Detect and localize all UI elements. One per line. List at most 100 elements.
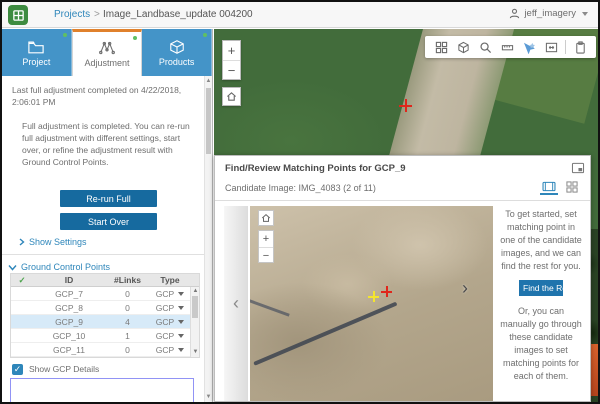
table-row-gcp9-selected[interactable]: GCP_9 4 GCP (11, 315, 199, 329)
tab-project[interactable]: Project (2, 29, 72, 76)
tab-adjustment-label: Adjustment (84, 58, 129, 68)
measure-icon[interactable] (496, 36, 518, 58)
col-header-links[interactable]: #Links (105, 274, 150, 286)
tab-adjustment[interactable]: Adjustment (72, 29, 143, 76)
chevron-left-icon: ‹ (233, 293, 239, 314)
check-icon: ✓ (11, 274, 33, 286)
search-icon[interactable] (474, 36, 496, 58)
top-bar: Projects > Image_Landbase_update 004200 … (2, 2, 598, 28)
candidate-image[interactable]: + − (250, 206, 493, 401)
basemap-icon[interactable] (452, 36, 474, 58)
previous-image-button[interactable]: ‹ (224, 206, 248, 401)
show-gcp-details-checkbox[interactable]: ✓ Show GCP Details (12, 363, 99, 375)
zoom-in-button[interactable]: + (223, 41, 240, 60)
gcp-marker-red-cross[interactable] (399, 99, 412, 112)
type-dropdown-icon[interactable] (178, 306, 184, 310)
gcp-table-header: ✓ ID #Links Type (11, 274, 199, 287)
cell-type: GCP (156, 330, 174, 342)
cell-links: 4 (105, 316, 150, 328)
scrollbar-thumb[interactable] (206, 88, 211, 154)
scroll-down-icon[interactable]: ▼ (192, 349, 199, 356)
adjustment-icon (98, 40, 116, 56)
user-menu[interactable]: jeff_imagery (509, 8, 588, 19)
checkbox-checked-icon[interactable]: ✓ (12, 364, 23, 375)
instructions-secondary: Or, you can manually go through these ca… (499, 305, 583, 383)
extent-icon[interactable] (540, 36, 562, 58)
home-icon (226, 91, 237, 102)
chevron-right-icon (18, 238, 25, 246)
gcp-section-toggle[interactable]: Ground Control Points (8, 261, 110, 273)
show-settings-label: Show Settings (29, 236, 87, 248)
tab-bar: Project Adjustment Products (2, 29, 212, 76)
tab-project-label: Project (22, 57, 50, 67)
panel-scrollbar[interactable]: ▲ ▼ (204, 76, 212, 402)
gcp-point-red-cross[interactable] (381, 286, 392, 297)
col-header-type[interactable]: Type (150, 274, 190, 286)
col-header-id[interactable]: ID (33, 274, 105, 286)
scrollbar-thumb[interactable] (192, 296, 198, 318)
tab-products[interactable]: Products (142, 29, 212, 76)
project-title: Image_Landbase_update 004200 (103, 9, 253, 20)
popout-window-icon[interactable] (571, 161, 585, 179)
map-toolbar (425, 36, 596, 58)
single-view-icon[interactable] (540, 179, 558, 195)
app-window: Projects > Image_Landbase_update 004200 … (0, 0, 600, 404)
cell-links: 1 (105, 330, 150, 342)
cell-type: GCP (156, 302, 174, 314)
user-name: jeff_imagery (524, 8, 576, 19)
status-dot (133, 36, 137, 40)
chevron-down-icon (8, 264, 17, 271)
gcp-table: ✓ ID #Links Type GCP_7 0 GCP GCP_8 0 GCP… (10, 273, 200, 358)
instructions-primary: To get started, set matching point in on… (499, 208, 583, 273)
cell-type: GCP (156, 316, 174, 328)
grid-view-icon[interactable] (563, 179, 581, 195)
table-row-gcp11[interactable]: GCP_11 0 GCP (11, 343, 199, 357)
table-row-gcp8[interactable]: GCP_8 0 GCP (11, 301, 199, 315)
scroll-up-icon[interactable]: ▲ (192, 288, 199, 295)
next-image-button[interactable]: › (462, 278, 468, 299)
type-dropdown-icon[interactable] (178, 334, 184, 338)
table-row-gcp7[interactable]: GCP_7 0 GCP (11, 287, 199, 301)
app-logo-icon[interactable] (8, 5, 28, 25)
type-dropdown-icon[interactable] (178, 292, 184, 296)
candidate-image-label: Candidate Image: IMG_4083 (2 of 11) (225, 183, 376, 193)
image-home-button[interactable] (258, 210, 274, 226)
adjustment-content: Last full adjustment completed on 4/22/2… (2, 76, 204, 402)
divider (215, 200, 590, 201)
scroll-up-icon[interactable]: ▲ (205, 78, 212, 84)
find-the-rest-button[interactable]: Find the Rest (519, 280, 563, 296)
show-gcp-details-label: Show GCP Details (29, 363, 99, 375)
user-chevron-icon (582, 12, 588, 16)
divider (2, 254, 204, 255)
image-zoom-out-button[interactable]: − (259, 248, 273, 264)
tab-products-label: Products (159, 57, 195, 67)
status-dot (203, 33, 207, 37)
find-review-title: Find/Review Matching Points for GCP_9 (225, 163, 406, 174)
rerun-full-button[interactable]: Re-run Full (60, 190, 157, 207)
zoom-out-button[interactable]: − (223, 61, 240, 80)
type-dropdown-icon[interactable] (178, 320, 184, 324)
adjustment-description: Full adjustment is completed. You can re… (22, 120, 200, 168)
cell-id: GCP_9 (33, 316, 105, 328)
image-zoom-control: + − (258, 230, 274, 263)
apps-icon[interactable] (430, 36, 452, 58)
gcp-select-icon[interactable] (518, 36, 540, 58)
pole-shadow (250, 298, 290, 317)
matching-point-yellow-cross[interactable] (368, 291, 379, 302)
cell-links: 0 (105, 302, 150, 314)
type-dropdown-icon[interactable] (178, 348, 184, 352)
scroll-down-icon[interactable]: ▼ (205, 394, 212, 400)
home-extent-button[interactable] (222, 87, 241, 106)
clipboard-icon[interactable] (569, 36, 591, 58)
table-scrollbar[interactable]: ▲ ▼ (190, 287, 199, 357)
image-zoom-in-button[interactable]: + (259, 231, 273, 247)
breadcrumb-projects-link[interactable]: Projects (54, 9, 90, 20)
cell-type: GCP (156, 344, 174, 356)
show-settings-toggle[interactable]: Show Settings (18, 236, 87, 248)
status-dot (63, 33, 67, 37)
start-over-button[interactable]: Start Over (60, 213, 157, 230)
adjustment-status-text: Last full adjustment completed on 4/22/2… (12, 84, 198, 108)
breadcrumb-separator: > (94, 9, 100, 20)
table-row-gcp10[interactable]: GCP_10 1 GCP (11, 329, 199, 343)
person-icon (509, 8, 520, 19)
